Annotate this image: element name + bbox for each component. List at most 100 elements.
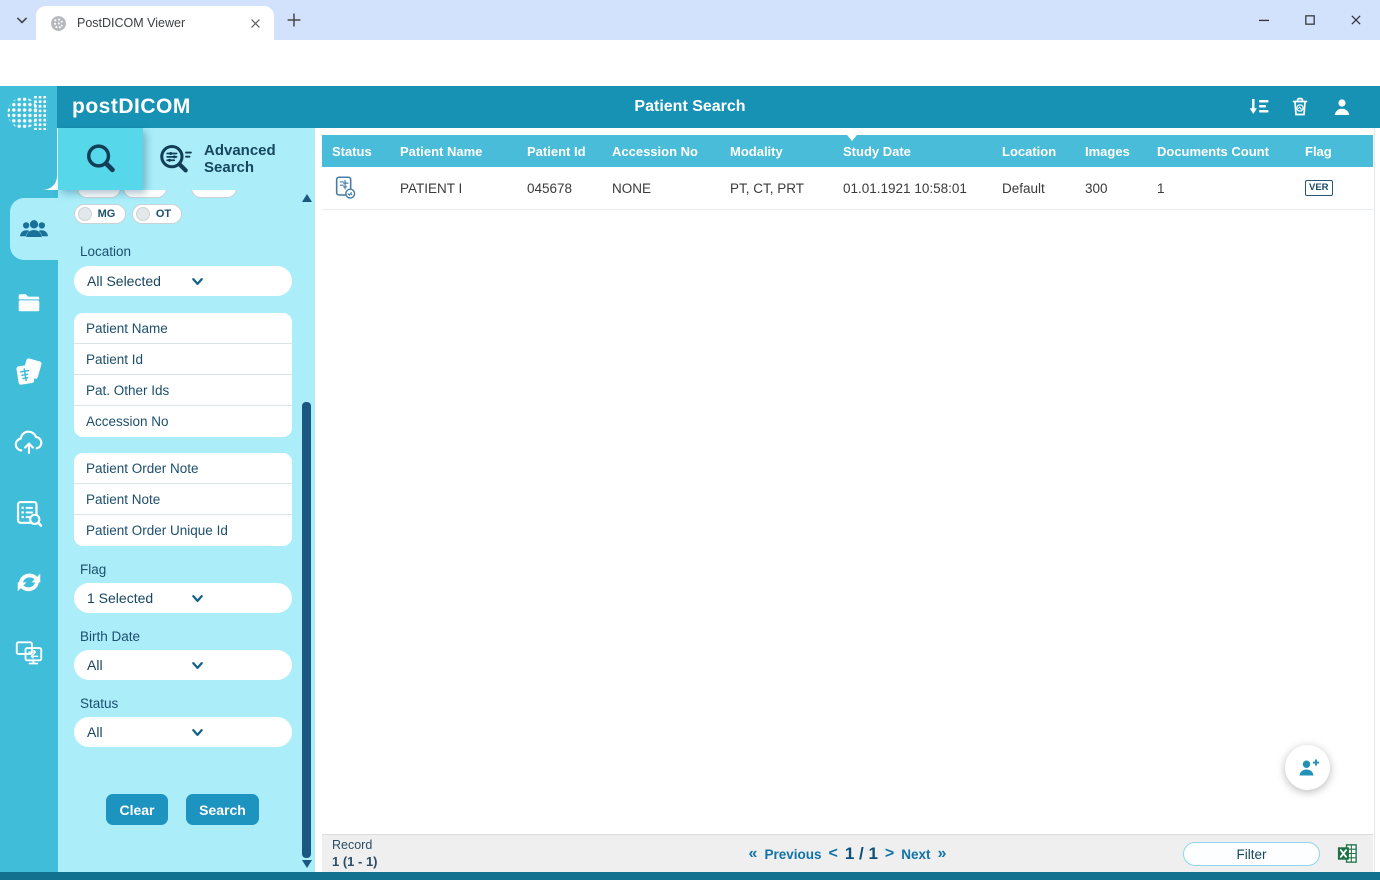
sidebar-item-order-list-search[interactable] <box>0 496 58 530</box>
last-page-button[interactable]: » <box>938 845 947 863</box>
column-images[interactable]: Images <box>1075 135 1147 167</box>
table-header: Status Patient Name Patient Id Accession… <box>322 135 1373 167</box>
dotted-brain-logo-icon <box>6 86 52 144</box>
modality-toggle-ot[interactable]: OT <box>132 204 182 224</box>
sidebar <box>0 190 58 872</box>
accession-no-input[interactable]: Accession No <box>74 406 292 437</box>
birth-date-select[interactable]: All <box>74 650 292 680</box>
tab-search-button[interactable] <box>10 8 34 32</box>
patient-name-input[interactable]: Patient Name <box>74 313 292 344</box>
location-select[interactable]: All Selected <box>74 266 292 296</box>
cell-location: Default <box>1002 180 1045 196</box>
patient-id-input[interactable]: Patient Id <box>74 344 292 375</box>
column-documents-count[interactable]: Documents Count <box>1147 135 1295 167</box>
page-indicator: 1 / 1 <box>844 844 878 863</box>
cell-documents-count: 1 <box>1157 180 1165 196</box>
account-icon[interactable] <box>1330 95 1354 119</box>
sidebar-item-folders[interactable] <box>0 286 58 320</box>
column-status[interactable]: Status <box>322 135 390 167</box>
toggle-knob <box>136 207 150 221</box>
cell-patient-name: PATIENT I <box>400 180 463 196</box>
cell-study-date: 01.01.1921 10:58:01 <box>843 180 967 196</box>
patient-order-unique-id-input[interactable]: Patient Order Unique Id <box>74 515 292 546</box>
filter-button[interactable]: Filter <box>1183 842 1320 866</box>
search-panel: Advanced Search MG OT Location All Selec… <box>58 128 315 872</box>
modality-toggle-clipped[interactable] <box>191 190 237 198</box>
column-location[interactable]: Location <box>992 135 1075 167</box>
toggle-knob <box>78 207 92 221</box>
list-search-icon <box>14 498 44 528</box>
tab-advanced-search[interactable]: Advanced Search <box>143 128 315 190</box>
page-title: Patient Search <box>634 98 746 115</box>
chevron-down-icon <box>12 10 32 30</box>
modality-toggle-clipped[interactable] <box>77 190 121 198</box>
column-flag[interactable]: Flag <box>1295 135 1373 167</box>
table-row[interactable]: PATIENT I 045678 NONE PT, CT, PRT 01.01.… <box>322 167 1373 210</box>
first-page-button[interactable]: « <box>749 845 758 863</box>
clear-button[interactable]: Clear <box>106 794 168 825</box>
modality-toggle-mg[interactable]: MG <box>74 204 126 224</box>
window-minimize-icon[interactable] <box>1250 8 1278 32</box>
previous-page-arrow[interactable]: < <box>828 845 837 863</box>
chevron-down-icon <box>190 658 280 673</box>
column-accession-no[interactable]: Accession No <box>602 135 720 167</box>
cell-accession-no: NONE <box>612 180 652 196</box>
recycle-bin-icon[interactable] <box>1288 95 1312 119</box>
birth-date-label: Birth Date <box>80 629 141 644</box>
sidebar-item-patient-orders[interactable] <box>0 356 58 390</box>
window-maximize-icon[interactable] <box>1296 8 1324 32</box>
status-label: Status <box>80 696 119 711</box>
column-patient-name[interactable]: Patient Name <box>390 135 517 167</box>
new-tab-icon[interactable] <box>284 10 304 30</box>
tab-close-icon[interactable] <box>247 15 264 32</box>
stacked-reports-icon <box>14 358 44 388</box>
cloud-upload-icon <box>12 429 46 457</box>
field-group-2: Patient Order Note Patient Note Patient … <box>74 453 292 546</box>
flag-badge[interactable]: VER <box>1305 180 1333 196</box>
screen: PostDICOM Viewer germany.postdicom.com/V… <box>0 0 1380 880</box>
patient-note-input[interactable]: Patient Note <box>74 484 292 515</box>
table-footer: Record 1 (1 - 1) « Previous < 1 / 1 > Ne… <box>322 834 1373 872</box>
patients-icon <box>17 216 51 242</box>
postdicom-favicon-icon <box>50 15 67 32</box>
column-modality[interactable]: Modality <box>720 135 833 167</box>
patient-order-note-input[interactable]: Patient Order Note <box>74 453 292 484</box>
panel-scrollbar[interactable] <box>301 192 312 870</box>
sidebar-item-sharing[interactable] <box>0 566 58 600</box>
modality-toggle-clipped[interactable] <box>123 190 167 198</box>
scroll-down-icon[interactable] <box>302 860 312 868</box>
patient-other-ids-input[interactable]: Pat. Other Ids <box>74 375 292 406</box>
chevron-down-icon <box>190 591 280 606</box>
sidebar-item-patient-search[interactable] <box>10 198 58 260</box>
toggle-label: MG <box>97 208 116 220</box>
browser-tab[interactable]: PostDICOM Viewer <box>36 6 274 40</box>
window-close-icon[interactable] <box>1342 8 1370 32</box>
next-button[interactable]: Next <box>901 847 930 862</box>
folder-icon <box>14 290 44 316</box>
chevron-down-icon <box>190 274 280 289</box>
flag-label: Flag <box>80 562 107 577</box>
tab-simple-search[interactable] <box>58 128 143 190</box>
add-patient-button[interactable] <box>1285 745 1330 790</box>
scrollbar-thumb[interactable] <box>302 402 311 858</box>
flag-select[interactable]: 1 Selected <box>74 583 292 613</box>
column-patient-id[interactable]: Patient Id <box>517 135 602 167</box>
advanced-search-label: Advanced Search <box>204 141 276 176</box>
status-select[interactable]: All <box>74 717 292 747</box>
sidebar-item-remote-devices[interactable] <box>0 636 58 670</box>
sort-indicator-icon <box>847 135 857 141</box>
location-label: Location <box>80 244 132 259</box>
sidebar-item-cloud-upload[interactable] <box>0 426 58 460</box>
excel-export-icon[interactable] <box>1336 842 1359 865</box>
cell-modality: PT, CT, PRT <box>730 180 805 196</box>
advanced-search-icon <box>156 141 196 177</box>
next-page-arrow[interactable]: > <box>885 845 894 863</box>
scroll-up-icon[interactable] <box>302 194 312 202</box>
previous-button[interactable]: Previous <box>764 847 821 862</box>
results-area: Status Patient Name Patient Id Accession… <box>315 128 1380 872</box>
browser-toolbar: germany.postdicom.com/Viewer/Main Guest <box>0 40 1380 119</box>
column-study-date[interactable]: Study Date <box>833 135 992 167</box>
search-button[interactable]: Search <box>186 794 259 825</box>
remote-monitor-icon <box>13 639 45 667</box>
sort-list-icon[interactable] <box>1247 95 1271 119</box>
